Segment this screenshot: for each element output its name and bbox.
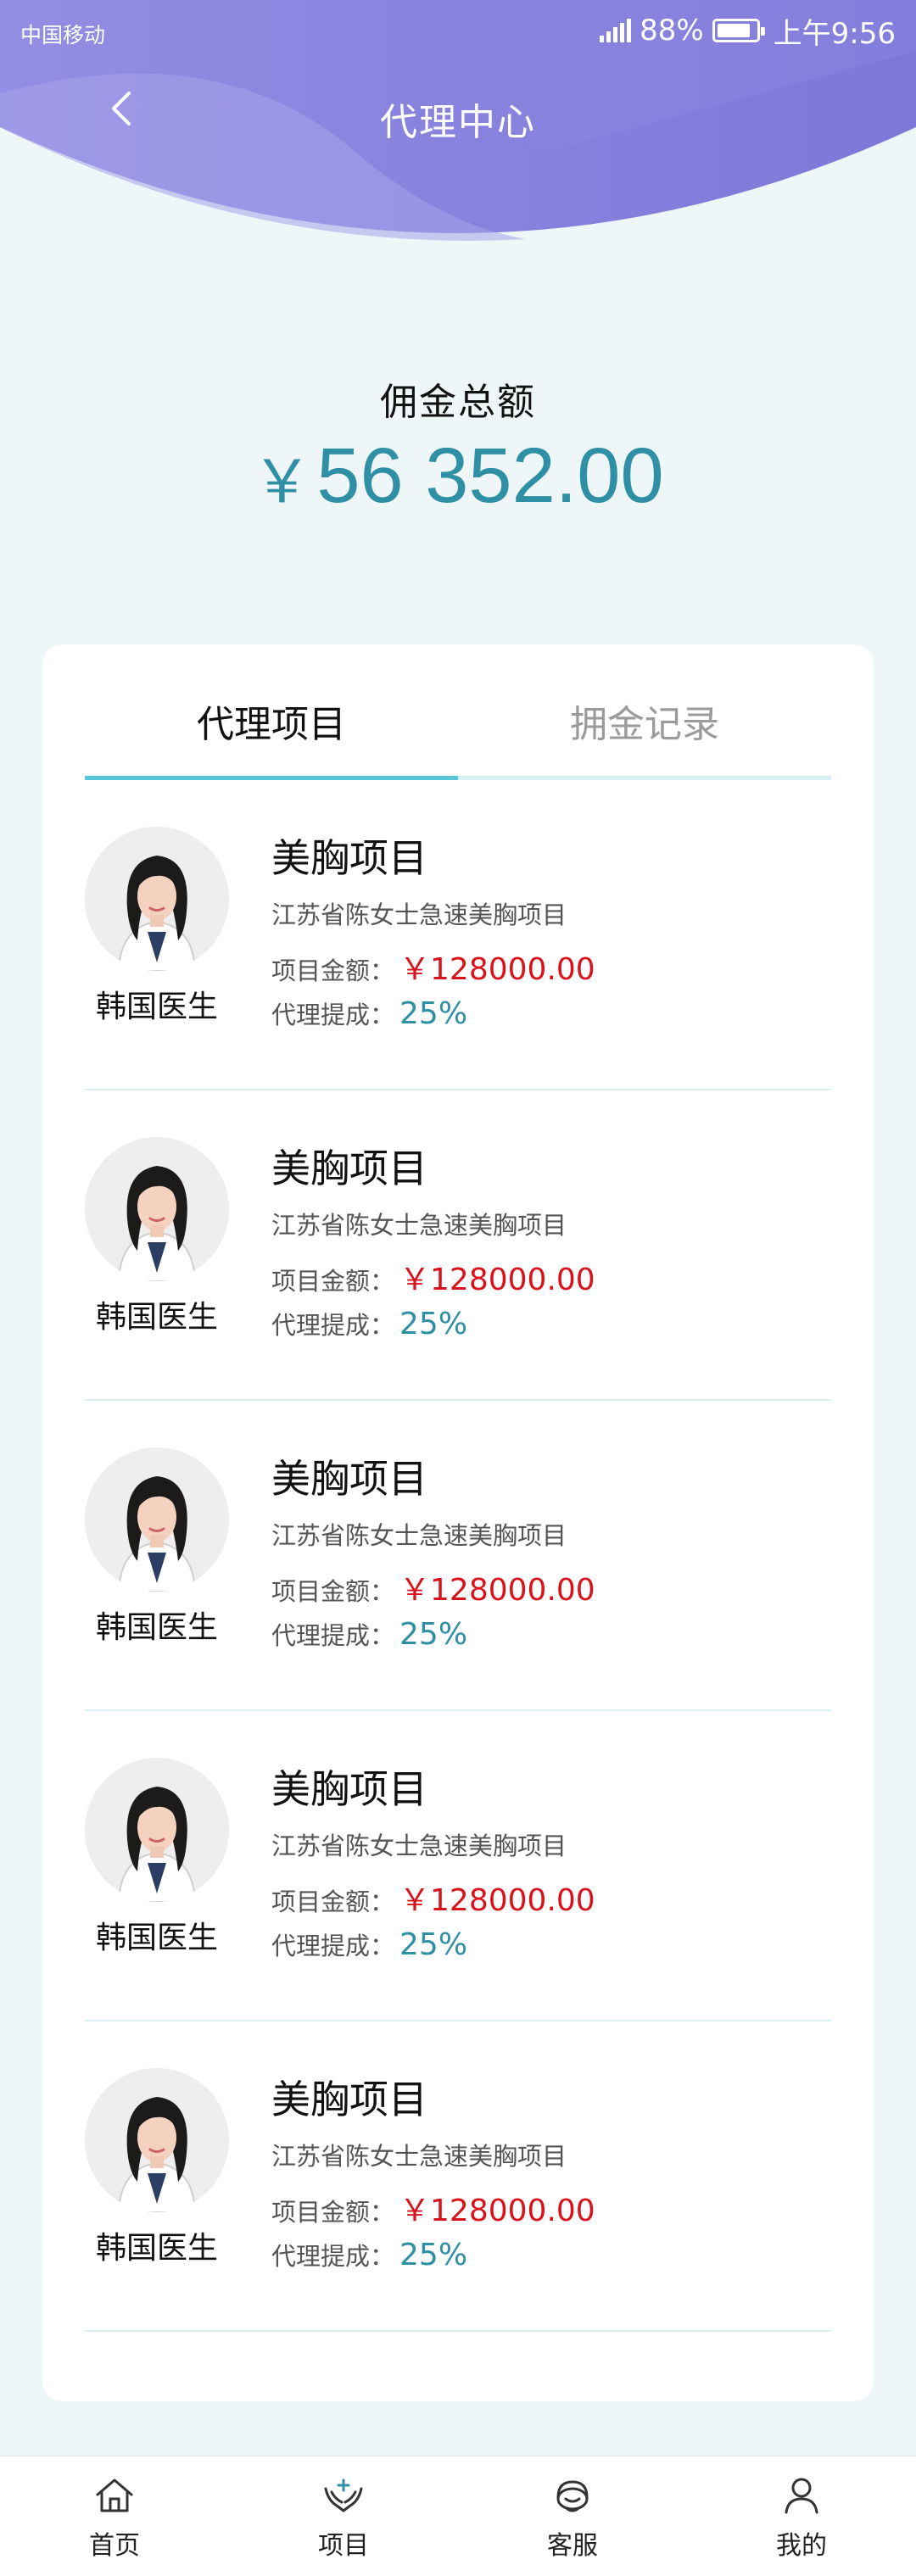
- user-icon: [785, 2478, 818, 2514]
- content-card: 代理项目 拥金记录 韩国医生 美胸项目 江苏省陈女士急速美胸项目 项目金额： ￥1…: [42, 644, 874, 2401]
- item-amount-row: 项目金额： ￥128000.00: [271, 1565, 595, 1609]
- rate-value: 25%: [399, 1307, 468, 1341]
- amount-value: ￥128000.00: [399, 952, 595, 987]
- nav-mine-label: 我的: [776, 2531, 827, 2561]
- doctor-avatar-icon: [85, 2068, 229, 2212]
- nav-service[interactable]: 客服: [458, 2456, 687, 2576]
- item-amount-row: 项目金额： ￥128000.00: [271, 1255, 595, 1299]
- amount-value: 56 352.00: [316, 432, 664, 519]
- page-title: 代理中心: [380, 101, 536, 144]
- doctor-label: 韩国医生: [95, 990, 218, 1024]
- rate-label: 代理提成：: [271, 1001, 395, 1029]
- item-title: 美胸项目: [271, 1456, 427, 1502]
- item-description: 江苏省陈女士急速美胸项目: [271, 2142, 567, 2171]
- status-bar: 中国移动 88% 上午9:56: [0, 0, 916, 64]
- tab-commission-records[interactable]: 拥金记录: [458, 694, 831, 748]
- nav-mine[interactable]: 我的: [687, 2456, 916, 2576]
- item-amount-row: 项目金额： ￥128000.00: [271, 945, 595, 989]
- currency-symbol: ￥: [252, 447, 312, 516]
- amount-label: 项目金额：: [271, 2198, 395, 2227]
- rate-value: 25%: [399, 1927, 468, 1962]
- rate-label: 代理提成：: [271, 2242, 395, 2271]
- signal-icon: [600, 19, 632, 42]
- amount-value: ￥128000.00: [399, 2194, 595, 2228]
- battery-icon: [712, 19, 765, 42]
- amount-label: 项目金额：: [271, 1887, 395, 1916]
- doctor-label: 韩国医生: [95, 2231, 218, 2266]
- list-item[interactable]: 韩国医生 美胸项目 江苏省陈女士急速美胸项目 项目金额： ￥128000.00 代…: [85, 2021, 831, 2332]
- nav-home[interactable]: 首页: [0, 2456, 229, 2576]
- rate-label: 代理提成：: [271, 1932, 395, 1960]
- rate-value: 25%: [399, 996, 468, 1031]
- item-amount-row: 项目金额： ￥128000.00: [271, 2186, 595, 2230]
- item-title: 美胸项目: [271, 835, 427, 881]
- doctor-label: 韩国医生: [95, 1921, 218, 1955]
- item-rate-row: 代理提成： 25%: [271, 1616, 467, 1652]
- bottom-nav: 首页 项目 客服 我的: [0, 2456, 916, 2576]
- doctor-avatar-icon: [85, 1137, 229, 1281]
- item-title: 美胸项目: [271, 1766, 427, 1812]
- headset-icon: [556, 2480, 589, 2512]
- avatar: [85, 1137, 229, 1281]
- avatar: [85, 1758, 229, 1902]
- doctor-avatar-icon: [85, 1758, 229, 1902]
- nav-home-label: 首页: [89, 2531, 140, 2561]
- amount-value: ￥128000.00: [399, 1263, 595, 1297]
- rate-label: 代理提成：: [271, 1311, 395, 1340]
- carrier-label: 中国移动: [20, 23, 106, 47]
- tab-agent-projects[interactable]: 代理项目: [85, 694, 458, 748]
- amount-label: 项目金额：: [271, 1267, 395, 1296]
- item-title: 美胸项目: [271, 1146, 427, 1191]
- rate-value: 25%: [399, 1617, 468, 1652]
- item-description: 江苏省陈女士急速美胸项目: [271, 1832, 567, 1860]
- doctor-label: 韩国医生: [95, 1610, 218, 1645]
- item-rate-row: 代理提成： 25%: [271, 2237, 467, 2272]
- item-description: 江苏省陈女士急速美胸项目: [271, 900, 567, 929]
- rate-value: 25%: [399, 2238, 468, 2272]
- amount-value: ￥128000.00: [399, 1883, 595, 1918]
- item-description: 江苏省陈女士急速美胸项目: [271, 1521, 567, 1550]
- avatar: [85, 2068, 229, 2212]
- nav-projects[interactable]: 项目: [229, 2456, 458, 2576]
- item-rate-row: 代理提成： 25%: [271, 995, 467, 1031]
- list-item[interactable]: 韩国医生 美胸项目 江苏省陈女士急速美胸项目 项目金额： ￥128000.00 代…: [85, 1401, 831, 1711]
- list-item[interactable]: 韩国医生 美胸项目 江苏省陈女士急速美胸项目 项目金额： ￥128000.00 代…: [85, 1711, 831, 2021]
- avatar: [85, 827, 229, 971]
- avatar: [85, 1447, 229, 1592]
- rate-label: 代理提成：: [271, 1621, 395, 1650]
- item-amount-row: 项目金额： ￥128000.00: [271, 1876, 595, 1920]
- doctor-label: 韩国医生: [95, 1300, 218, 1335]
- item-rate-row: 代理提成： 25%: [271, 1306, 467, 1341]
- nav-service-label: 客服: [547, 2531, 598, 2561]
- hands-icon: [324, 2478, 363, 2512]
- doctor-avatar-icon: [85, 1447, 229, 1592]
- tab-bar: 代理项目 拥金记录: [85, 644, 831, 780]
- commission-total-amount: ￥56 352.00: [0, 429, 916, 544]
- status-right: 88% 上午9:56: [600, 12, 896, 51]
- header: 中国移动 88% 上午9:56 代理中心: [0, 0, 916, 254]
- amount-value: ￥128000.00: [399, 1573, 595, 1608]
- list-item[interactable]: 韩国医生 美胸项目 江苏省陈女士急速美胸项目 项目金额： ￥128000.00 代…: [85, 1090, 831, 1401]
- item-rate-row: 代理提成： 25%: [271, 1926, 467, 1962]
- commission-total-label: 佣金总额: [380, 381, 536, 424]
- item-title: 美胸项目: [271, 2077, 427, 2122]
- clock: 上午9:56: [773, 16, 896, 51]
- doctor-avatar-icon: [85, 827, 229, 971]
- battery-percent: 88%: [640, 14, 704, 47]
- nav-projects-label: 项目: [318, 2531, 369, 2561]
- amount-label: 项目金额：: [271, 956, 395, 985]
- home-icon: [96, 2478, 133, 2512]
- amount-label: 项目金额：: [271, 1577, 395, 1606]
- list-item[interactable]: 韩国医生 美胸项目 江苏省陈女士急速美胸项目 项目金额： ￥128000.00 代…: [85, 780, 831, 1090]
- project-list: 韩国医生 美胸项目 江苏省陈女士急速美胸项目 项目金额： ￥128000.00 代…: [85, 780, 831, 2332]
- item-description: 江苏省陈女士急速美胸项目: [271, 1211, 567, 1240]
